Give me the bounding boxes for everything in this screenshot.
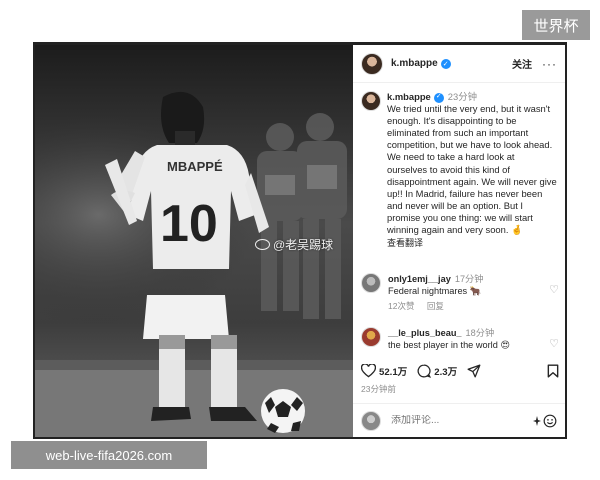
smiley-icon xyxy=(543,414,557,427)
like-comment-heart-icon[interactable]: ♡ xyxy=(549,337,559,350)
add-comment-bar xyxy=(353,403,565,437)
comment-avatar[interactable] xyxy=(361,327,381,347)
like-comment-heart-icon[interactable]: ♡ xyxy=(549,283,559,296)
comments-count: 2.3万 xyxy=(434,367,458,378)
like-button[interactable]: 52.1万 xyxy=(361,364,407,378)
emoji-button[interactable] xyxy=(533,414,557,428)
likes-count: 52.1万 xyxy=(379,367,408,378)
post-header: k.mbappe ✓ 关注 ··· xyxy=(353,45,565,83)
comment-item: __le_plus_beau_ 18分钟 the best player in t… xyxy=(361,327,559,351)
send-icon xyxy=(467,364,481,378)
weibo-watermark-text: @老吴踢球 xyxy=(273,238,334,252)
comment-bubble-icon xyxy=(417,364,432,378)
see-translation-link[interactable]: 查看翻译 xyxy=(387,237,557,249)
comment-likes[interactable]: 12次赞 xyxy=(388,301,414,311)
verified-badge-icon: ✓ xyxy=(433,92,444,103)
profile-avatar[interactable] xyxy=(361,52,383,75)
jersey-name: MBAPPÉ xyxy=(167,159,223,174)
current-user-avatar xyxy=(361,410,381,431)
bookmark-icon xyxy=(547,364,559,378)
verified-badge-icon: ✓ xyxy=(440,58,451,69)
comment-username[interactable]: only1emj__jay xyxy=(388,274,451,284)
comment-body: only1emj__jay 17分钟 Federal nightmares 🐂 1… xyxy=(388,273,559,312)
comment-button[interactable]: 2.3万 xyxy=(417,364,457,378)
caption-body: k.mbappe ✓ 23分钟 We tried until the very en… xyxy=(387,91,557,249)
comment-username[interactable]: __le_plus_beau_ xyxy=(388,328,462,338)
instagram-post: MBAPPÉ 10 @老吴踢球 k.mbappe ✓ 关注 ··· k.mbap… xyxy=(33,42,567,439)
caption: k.mbappe ✓ 23分钟 We tried until the very en… xyxy=(353,83,565,249)
heart-icon xyxy=(361,364,376,378)
share-button[interactable] xyxy=(467,364,481,378)
comment-text: Federal nightmares 🐂 xyxy=(388,286,482,296)
post-photo[interactable]: MBAPPÉ 10 @老吴踢球 xyxy=(35,45,353,437)
comment-avatar[interactable] xyxy=(361,273,381,293)
comment-meta: 12次赞 回复 xyxy=(388,300,559,312)
weibo-logo-icon xyxy=(255,239,270,250)
more-options-icon[interactable]: ··· xyxy=(542,57,557,71)
post-sidebar: k.mbappe ✓ 关注 ··· k.mbappe ✓ 23分钟 We tried… xyxy=(353,45,565,437)
comment-time: 17分钟 xyxy=(454,274,484,284)
jersey-number: 10 xyxy=(160,195,218,253)
post-timestamp: 23分钟前 xyxy=(361,384,396,394)
comment-item: only1emj__jay 17分钟 Federal nightmares 🐂 1… xyxy=(361,273,559,312)
caption-text: We tried until the very end, but it wasn… xyxy=(387,103,557,236)
follow-button[interactable]: 关注 xyxy=(512,56,532,71)
profile-username[interactable]: k.mbappe xyxy=(391,58,438,69)
comment-text: the best player in the world 😍 xyxy=(388,340,510,350)
comment-time: 18分钟 xyxy=(465,328,495,338)
reply-button[interactable]: 回复 xyxy=(427,301,444,311)
comment-body: __le_plus_beau_ 18分钟 the best player in t… xyxy=(388,327,559,351)
caption-time: 23分钟 xyxy=(447,91,477,102)
corner-tag: 世界杯 xyxy=(522,10,590,40)
save-button[interactable] xyxy=(547,364,559,378)
site-watermark: web-live-fifa2026.com xyxy=(11,441,207,469)
post-actions: 52.1万 2.3万 xyxy=(361,362,559,380)
caption-avatar[interactable] xyxy=(361,91,381,111)
caption-username[interactable]: k.mbappe xyxy=(387,91,431,102)
sparkle-icon xyxy=(533,415,541,426)
comment-input[interactable] xyxy=(391,415,511,426)
weibo-watermark: @老吴踢球 xyxy=(255,236,333,253)
